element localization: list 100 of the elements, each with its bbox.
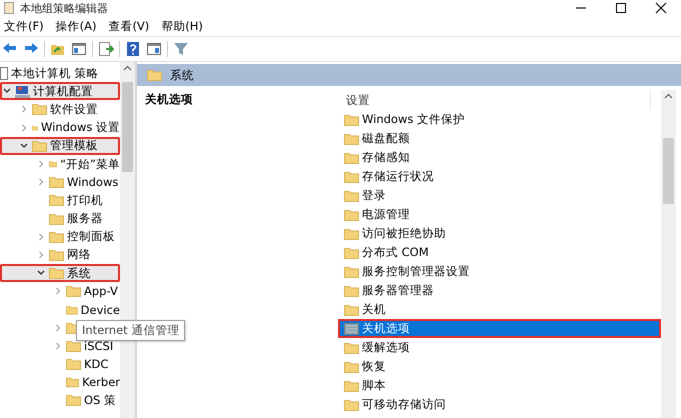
- chevron-right-icon[interactable]: [36, 250, 46, 260]
- chevron-right-icon[interactable]: [53, 340, 63, 351]
- chevron-right-icon[interactable]: [19, 104, 29, 114]
- tooltip: Internet 通信管理: [76, 320, 186, 341]
- folder-icon: [66, 376, 80, 388]
- highlighted-tree-row[interactable]: 系统: [0, 264, 120, 282]
- folder-icon: [344, 114, 359, 126]
- setting-row[interactable]: 登录: [338, 186, 661, 205]
- menu-item[interactable]: 操作(A): [52, 18, 104, 34]
- folder-icon: [49, 248, 64, 261]
- tree-item[interactable]: OS 策: [84, 392, 116, 408]
- folder-icon: [49, 176, 64, 188]
- settings-folder-icon: [344, 322, 359, 334]
- setting-row[interactable]: 关机: [338, 300, 661, 319]
- setting-label: 登录: [362, 188, 386, 203]
- computer-icon: [15, 84, 30, 98]
- folder-icon: [66, 304, 78, 316]
- column-header[interactable]: 设置: [338, 90, 651, 110]
- tree-item[interactable]: Windows: [67, 175, 118, 190]
- folder-icon: [49, 194, 64, 206]
- menu-item[interactable]: 文件(F): [0, 18, 52, 34]
- panel-icon[interactable]: [146, 41, 162, 57]
- tree-item[interactable]: Kerber: [82, 375, 120, 390]
- document-icon: [0, 66, 8, 80]
- folder-icon: [66, 394, 81, 406]
- folder-icon: [344, 360, 359, 372]
- header-title: 系统: [170, 68, 194, 82]
- folder-icon: [344, 398, 359, 410]
- chevron-right-icon[interactable]: [19, 122, 29, 133]
- setting-row[interactable]: 恢复: [338, 357, 661, 376]
- setting-label: 恢复: [362, 359, 386, 374]
- tree-item[interactable]: KDC: [84, 357, 108, 372]
- setting-label: 分布式 COM: [362, 245, 429, 260]
- tree-item[interactable]: 控制面板: [67, 229, 115, 244]
- tree-item[interactable]: Windows 设置: [41, 120, 120, 136]
- description-title: 关机选项: [145, 92, 193, 107]
- setting-label: 电源管理: [362, 207, 410, 222]
- setting-row[interactable]: 存储感知: [338, 148, 661, 167]
- setting-row[interactable]: 缓解选项: [338, 338, 661, 357]
- setting-label: 访问被拒绝协助: [362, 226, 446, 241]
- setting-label: Windows 文件保护: [362, 112, 465, 127]
- menu-item[interactable]: 查看(V): [104, 18, 158, 34]
- folder-icon: [344, 266, 359, 278]
- folder-icon: [344, 284, 359, 296]
- setting-label: 关机选项: [362, 321, 410, 336]
- tree-item[interactable]: 计算机配置: [33, 84, 93, 99]
- setting-row[interactable]: 脚本: [338, 376, 661, 395]
- setting-row[interactable]: 可移动存储访问: [338, 395, 661, 414]
- tree-item[interactable]: 服务器: [67, 211, 103, 226]
- setting-row[interactable]: 磁盘配额: [338, 129, 661, 148]
- tree-item[interactable]: “开始”菜单: [60, 156, 120, 172]
- tree-item[interactable]: 管理模板: [50, 138, 98, 154]
- chevron-right-icon[interactable]: [53, 322, 63, 333]
- scrollbar-thumb[interactable]: [663, 138, 674, 204]
- setting-row[interactable]: 服务器管理器: [338, 281, 661, 300]
- folder-icon: [344, 190, 359, 202]
- tree-item[interactable]: 网络: [67, 247, 91, 262]
- chevron-right-icon[interactable]: [36, 159, 46, 170]
- setting-row[interactable]: 分布式 COM: [338, 243, 661, 262]
- folder-icon: [49, 267, 64, 280]
- tree-item[interactable]: Device: [80, 302, 120, 317]
- chevron-right-icon[interactable]: [36, 177, 46, 188]
- setting-row[interactable]: 服务控制管理器设置: [338, 262, 661, 281]
- setting-row[interactable]: Windows 文件保护: [338, 110, 661, 129]
- setting-label: 脚本: [362, 378, 386, 393]
- folder-icon: [344, 380, 359, 392]
- folder-icon: [344, 228, 359, 240]
- setting-label: 关机: [362, 302, 386, 317]
- tree-item[interactable]: iSCSI: [84, 338, 114, 353]
- setting-row[interactable]: 存储运行状况: [338, 167, 661, 186]
- tree-item[interactable]: 本地计算机 策略: [11, 66, 99, 81]
- setting-row[interactable]: 电源管理: [338, 205, 661, 224]
- tree-item[interactable]: 打印机: [67, 192, 103, 208]
- folder-icon: [344, 170, 359, 182]
- setting-row[interactable]: 关机选项: [338, 319, 661, 338]
- filter-icon[interactable]: [173, 41, 189, 57]
- menu-item[interactable]: 帮助(H): [157, 18, 211, 34]
- tree-item[interactable]: 软件设置: [50, 102, 98, 117]
- folder-icon: [49, 212, 64, 225]
- folder-icon: [49, 230, 64, 243]
- folder-icon: [344, 152, 359, 164]
- highlighted-tree-row[interactable]: 计算机配置: [0, 82, 120, 100]
- tree-item[interactable]: App-V: [84, 284, 118, 298]
- setting-label: 服务控制管理器设置: [362, 264, 470, 279]
- tree-item[interactable]: 系统: [67, 266, 91, 281]
- folder-icon: [32, 103, 47, 116]
- folder-icon: [147, 69, 162, 81]
- panel-icon[interactable]: [71, 41, 87, 57]
- highlighted-tree-row[interactable]: 管理模板: [0, 136, 120, 155]
- folder-icon: [32, 140, 47, 152]
- setting-label: 存储运行状况: [362, 169, 434, 184]
- chevron-right-icon[interactable]: [53, 286, 63, 296]
- chevron-right-icon[interactable]: [36, 232, 46, 242]
- list-arrow-icon[interactable]: [98, 41, 114, 57]
- setting-label: 服务器管理器: [362, 283, 434, 298]
- setting-row[interactable]: 访问被拒绝协助: [338, 224, 661, 243]
- folder-icon: [344, 304, 359, 316]
- help-icon[interactable]: [125, 41, 141, 57]
- setting-label: 磁盘配额: [362, 131, 410, 146]
- scrollbar-thumb[interactable]: [122, 82, 133, 172]
